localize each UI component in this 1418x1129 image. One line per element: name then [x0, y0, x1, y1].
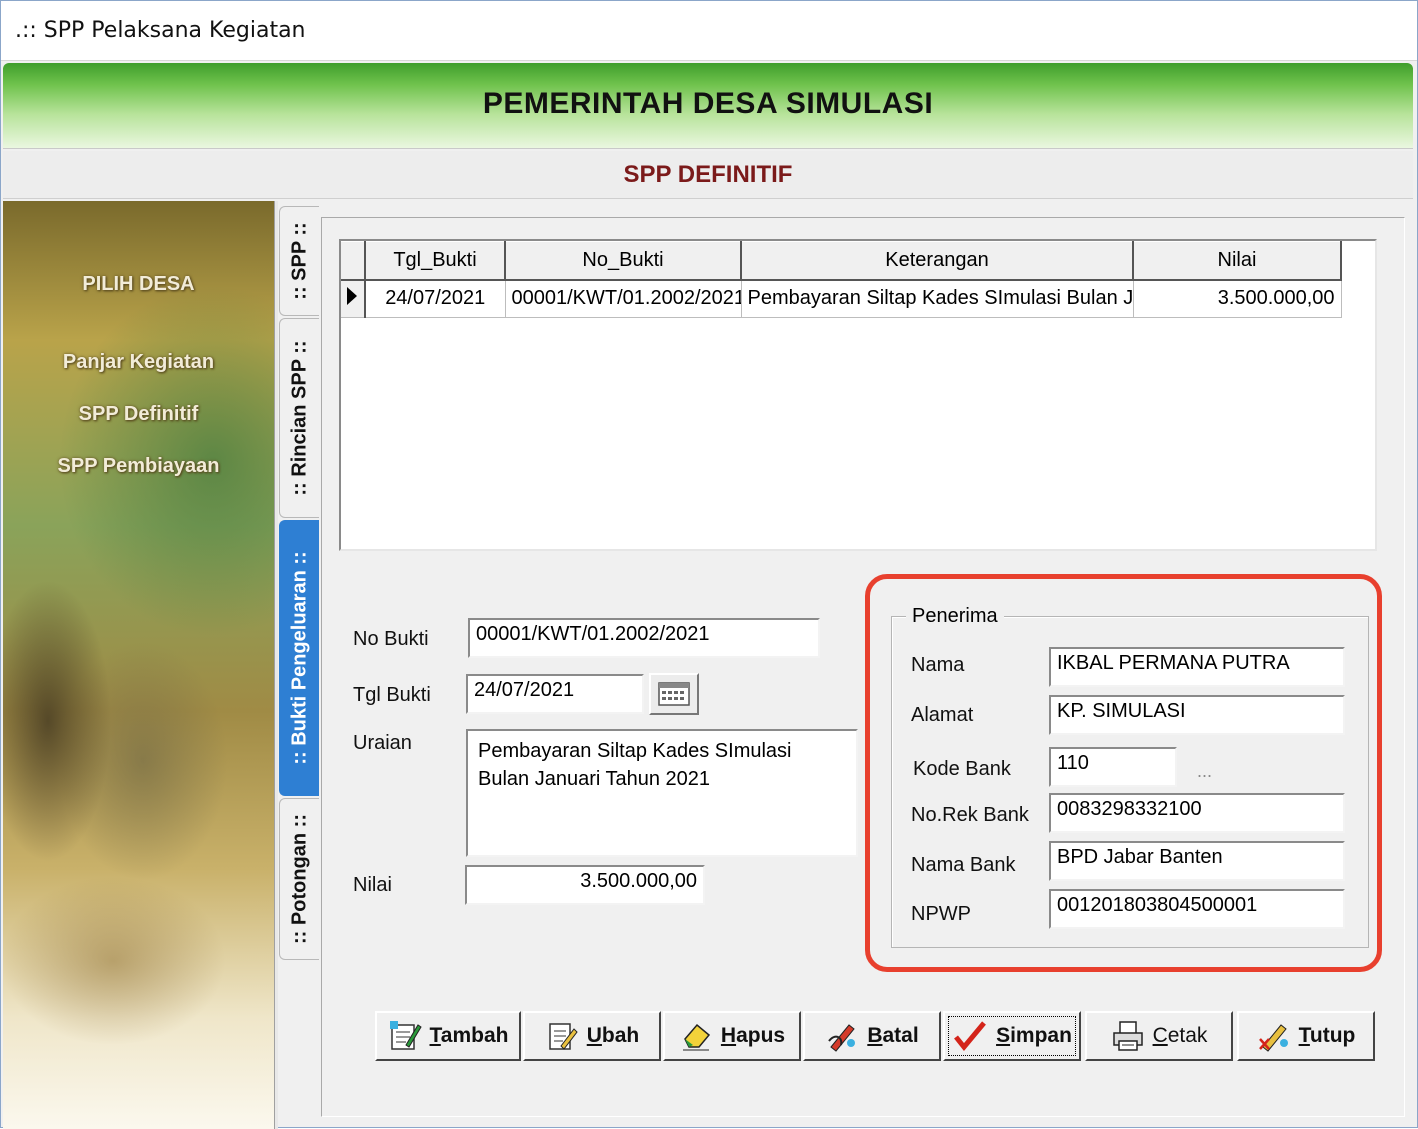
- edit-add-icon: [389, 1021, 422, 1050]
- uraian-line-1: Pembayaran Siltap Kades SImulasi: [478, 740, 792, 762]
- cetak-label: Cetak: [1152, 1024, 1208, 1047]
- batal-button[interactable]: Batal: [803, 1011, 941, 1061]
- column-header-keterangan[interactable]: Keterangan: [741, 241, 1134, 281]
- cell-tgl-bukti[interactable]: 24/07/2021: [365, 279, 506, 318]
- menu-item-pilih-desa[interactable]: PILIH DESA: [3, 273, 274, 296]
- batal-label: Batal: [867, 1024, 919, 1047]
- menu-item-panjar-kegiatan[interactable]: Panjar Kegiatan: [3, 351, 274, 374]
- page-subtitle: SPP DEFINITIF: [623, 161, 793, 188]
- tgl-bukti-field[interactable]: 24/07/2021: [466, 674, 644, 714]
- hapus-button[interactable]: Hapus: [663, 1011, 801, 1061]
- nilai-label: Nilai: [353, 874, 392, 896]
- tgl-bukti-label: Tgl Bukti: [353, 684, 431, 706]
- cell-no-bukti[interactable]: 00001/KWT/01.2002/2021: [505, 279, 742, 318]
- no-bukti-field[interactable]: 00001/KWT/01.2002/2021: [468, 618, 820, 658]
- calendar-button[interactable]: [649, 673, 699, 715]
- tambah-label: Tambah: [429, 1024, 509, 1047]
- column-header-tgl-bukti[interactable]: Tgl_Bukti: [365, 241, 506, 281]
- eraser-icon: [682, 1023, 710, 1051]
- tutup-label: Tutup: [1298, 1024, 1356, 1047]
- tambah-button[interactable]: Tambah: [375, 1011, 521, 1061]
- grid-header-row: Tgl_Bukti No_Bukti Keterangan Nilai: [341, 241, 1342, 281]
- bukti-grid[interactable]: Tgl_Bukti No_Bukti Keterangan Nilai 24/0…: [339, 239, 1377, 551]
- uraian-label: Uraian: [353, 732, 412, 754]
- table-row[interactable]: 24/07/2021 00001/KWT/01.2002/2021 Pembay…: [341, 279, 1342, 318]
- simpan-button[interactable]: Simpan: [943, 1011, 1081, 1061]
- printer-icon: [1112, 1021, 1143, 1051]
- sub-header: SPP DEFINITIF: [3, 151, 1413, 199]
- page-title: PEMERINTAH DESA SIMULASI: [482, 87, 934, 120]
- no-bukti-label: No Bukti: [353, 628, 429, 650]
- header-banner: PEMERINTAH DESA SIMULASI: [3, 63, 1413, 149]
- cell-nilai[interactable]: 3.500.000,00: [1133, 279, 1342, 318]
- edit-icon: [548, 1023, 578, 1050]
- tab-bukti-pengeluaran-label: :: Bukti Pengeluaran ::: [288, 551, 310, 765]
- column-header-nilai[interactable]: Nilai: [1133, 241, 1342, 281]
- tab-bukti-pengeluaran[interactable]: :: Bukti Pengeluaran ::: [279, 520, 319, 796]
- penerima-highlight-annotation: [865, 574, 1382, 972]
- left-menu-panel: PILIH DESA Panjar Kegiatan SPP Definitif…: [3, 201, 274, 1129]
- vertical-tab-strip: :: SPP :: :: Rincian SPP :: :: Bukti Pen…: [279, 206, 319, 966]
- tab-potongan-label: :: Potongan ::: [288, 814, 310, 944]
- window-title: .:: SPP Pelaksana Kegiatan: [15, 18, 306, 43]
- app-window: .:: SPP Pelaksana Kegiatan PEMERINTAH DE…: [0, 0, 1418, 1129]
- hapus-label: Hapus: [720, 1024, 786, 1047]
- undo-pen-icon: [828, 1024, 856, 1052]
- panel-divider: [274, 201, 278, 1129]
- checkmark-icon: [954, 1021, 986, 1051]
- grid-table: Tgl_Bukti No_Bukti Keterangan Nilai 24/0…: [341, 241, 1342, 318]
- uraian-line-2: Bulan Januari Tahun 2021: [478, 768, 711, 790]
- ubah-label: Ubah: [586, 1024, 640, 1047]
- calendar-icon: [658, 682, 690, 706]
- menu-item-spp-pembiayaan[interactable]: SPP Pembiayaan: [3, 455, 274, 478]
- menu-item-spp-definitif[interactable]: SPP Definitif: [3, 403, 274, 426]
- tab-spp-label: :: SPP ::: [288, 222, 310, 300]
- cetak-button[interactable]: Cetak: [1085, 1011, 1233, 1061]
- row-pointer-icon: [341, 279, 366, 318]
- simpan-label: Simpan: [996, 1024, 1072, 1047]
- column-header-no-bukti[interactable]: No_Bukti: [505, 241, 742, 281]
- tab-rincian-spp-label: :: Rincian SPP ::: [288, 340, 310, 496]
- nilai-field[interactable]: 3.500.000,00: [465, 865, 705, 905]
- close-pen-icon: [1258, 1024, 1288, 1052]
- tab-rincian-spp[interactable]: :: Rincian SPP ::: [279, 318, 319, 518]
- cell-keterangan[interactable]: Pembayaran Siltap Kades SImulasi Bulan J…: [741, 279, 1134, 318]
- uraian-textarea[interactable]: Pembayaran Siltap Kades SImulasi Bulan J…: [466, 729, 858, 857]
- ubah-button[interactable]: Ubah: [523, 1011, 661, 1061]
- tab-spp[interactable]: :: SPP ::: [279, 206, 319, 316]
- tab-potongan[interactable]: :: Potongan ::: [279, 798, 319, 960]
- tutup-button[interactable]: Tutup: [1237, 1011, 1375, 1061]
- grid-indicator-header: [341, 241, 366, 281]
- title-bar: .:: SPP Pelaksana Kegiatan: [1, 1, 1417, 61]
